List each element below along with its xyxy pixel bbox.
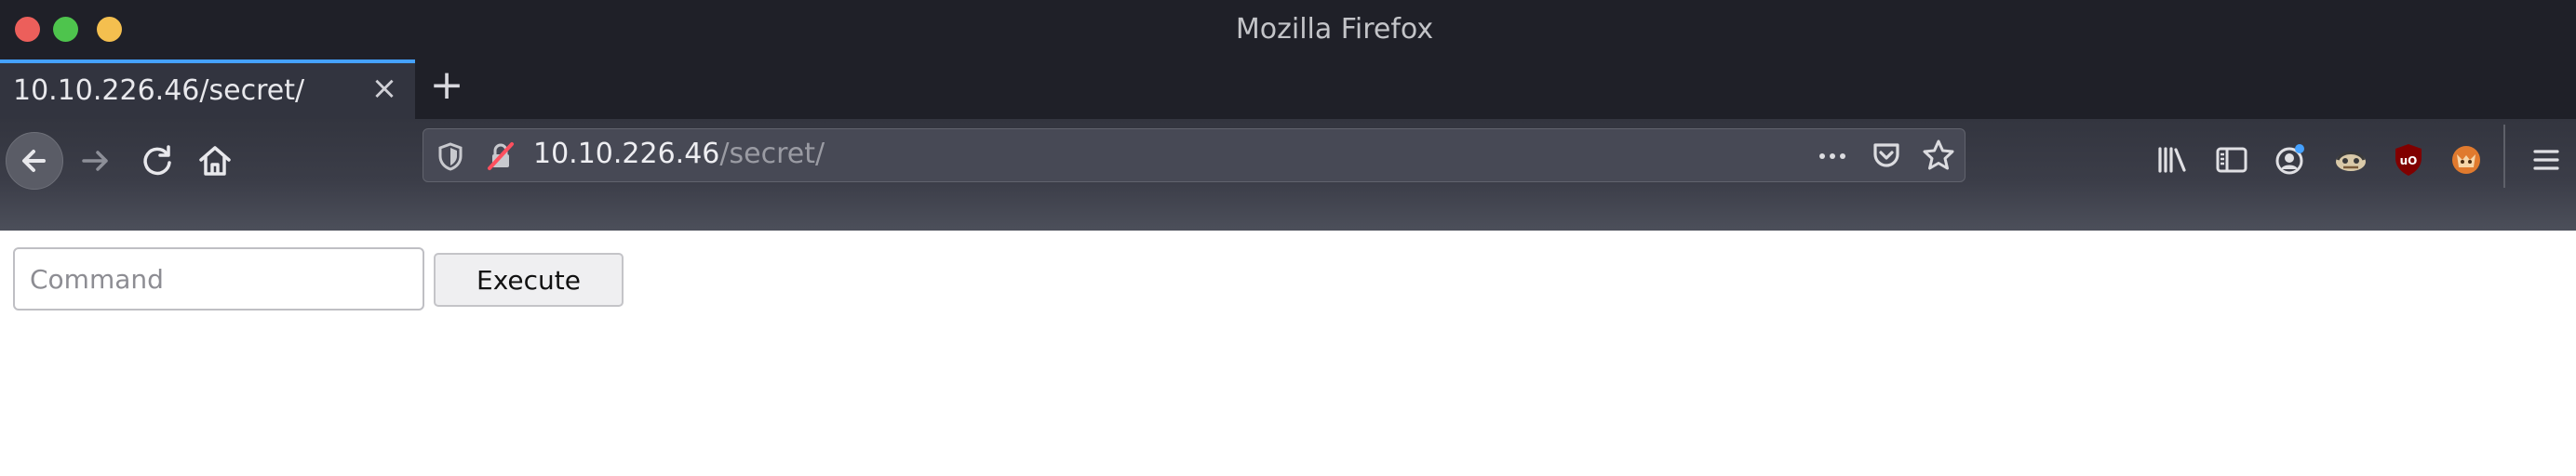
window-title: Mozilla Firefox: [1235, 13, 1434, 46]
url-host: 10.10.226.46: [533, 138, 720, 170]
toolbar-separator: [2503, 125, 2505, 188]
back-button[interactable]: [6, 132, 63, 190]
navigation-toolbar: 10.10.226.46/secret/ uO: [0, 119, 2576, 231]
tab-active[interactable]: 10.10.226.46/secret/ ×: [0, 60, 415, 119]
shield-icon[interactable]: [435, 140, 466, 172]
close-window-button[interactable]: [15, 17, 40, 42]
account-icon[interactable]: [2269, 139, 2310, 180]
star-icon[interactable]: [1920, 137, 1957, 174]
library-icon[interactable]: [2152, 139, 2193, 180]
pocket-icon[interactable]: [1868, 137, 1905, 174]
home-icon[interactable]: [194, 139, 236, 182]
ellipsis-icon[interactable]: [1814, 139, 1851, 174]
svg-text:uO: uO: [2400, 154, 2418, 167]
hamburger-menu-icon[interactable]: [2526, 139, 2567, 180]
page-content: Execute: [0, 231, 2576, 476]
sidebar-icon[interactable]: [2211, 139, 2252, 180]
tab-label: 10.10.226.46/secret/: [13, 74, 305, 107]
arrow-right-icon[interactable]: [74, 139, 117, 182]
new-tab-icon[interactable]: +: [428, 65, 465, 106]
foxyproxy-icon[interactable]: [2446, 139, 2487, 180]
insecure-lock-icon[interactable]: [485, 140, 517, 172]
arrow-left-icon: [22, 150, 46, 172]
close-tab-icon[interactable]: ×: [370, 73, 398, 104]
tab-strip: 10.10.226.46/secret/ × +: [0, 60, 2576, 119]
extension-icon[interactable]: [2330, 139, 2371, 180]
url-path: /secret/: [719, 138, 825, 170]
url-text: 10.10.226.46/secret/: [533, 138, 825, 170]
address-bar[interactable]: 10.10.226.46/secret/: [423, 128, 1966, 182]
command-input[interactable]: [13, 247, 424, 311]
reload-icon[interactable]: [136, 139, 179, 182]
ublock-origin-icon[interactable]: uO: [2388, 139, 2429, 180]
title-bar: Mozilla Firefox: [0, 0, 2576, 60]
execute-button[interactable]: Execute: [434, 253, 624, 307]
